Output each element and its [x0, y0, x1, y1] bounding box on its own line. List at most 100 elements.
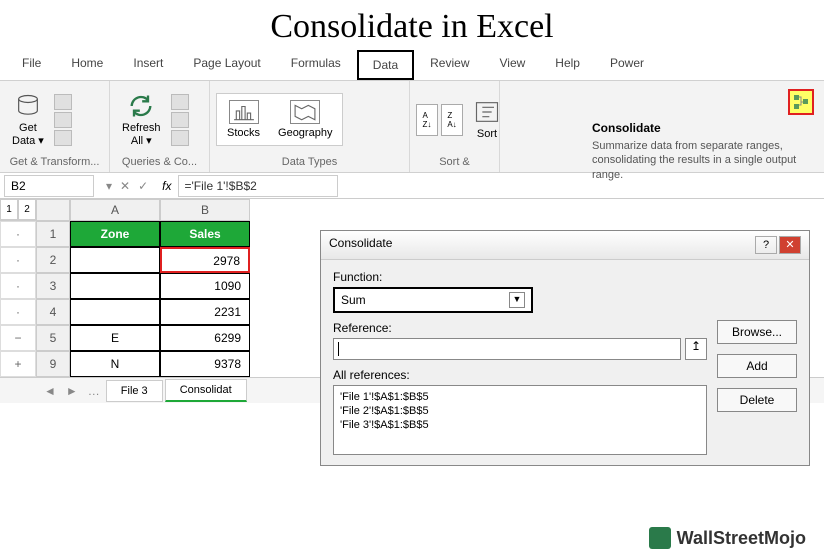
tab-power[interactable]: Power — [596, 50, 658, 80]
reference-input[interactable] — [333, 338, 681, 360]
add-button[interactable]: Add — [717, 354, 797, 378]
consolidate-icon — [793, 94, 809, 110]
get-data-button[interactable]: Get Data ▾ — [6, 90, 50, 148]
sheet-tab-file3[interactable]: File 3 — [106, 380, 163, 402]
cell[interactable]: Sales — [160, 221, 250, 247]
col-header-b[interactable]: B — [160, 199, 250, 221]
select-all-corner[interactable] — [36, 199, 70, 221]
geography-button[interactable]: Geography — [278, 100, 332, 139]
database-icon — [14, 92, 42, 120]
tooltip-title: Consolidate — [592, 121, 810, 135]
outline-column: 1 2 · · · · − + — [0, 199, 36, 377]
refresh-icon — [127, 92, 155, 120]
sort-icon — [473, 98, 501, 126]
cell[interactable] — [70, 299, 160, 325]
tab-help[interactable]: Help — [541, 50, 594, 80]
row-header[interactable]: 9 — [36, 351, 70, 377]
row-header[interactable]: 4 — [36, 299, 70, 325]
sort-asc-button[interactable]: AZ↓ — [416, 104, 438, 136]
cell[interactable] — [70, 273, 160, 299]
get-data-small-buttons[interactable] — [54, 94, 72, 146]
fx-label[interactable]: fx — [156, 179, 177, 193]
tab-insert[interactable]: Insert — [119, 50, 177, 80]
formula-input[interactable]: ='File 1'!$B$2 — [178, 175, 338, 197]
tooltip-body: Summarize data from separate ranges, con… — [592, 139, 810, 182]
ribbon: Get Data ▾ Get & Transform... Refresh Al… — [0, 81, 824, 173]
outline-level-2[interactable]: 2 — [18, 199, 36, 220]
col-header-a[interactable]: A — [70, 199, 160, 221]
browse-button[interactable]: Browse... — [717, 320, 797, 344]
cell[interactable]: 2978 — [160, 247, 250, 273]
consolidate-dialog: Consolidate ? ✕ Function: Sum ▼ Referenc… — [320, 230, 810, 466]
sort-desc-button[interactable]: ZA↓ — [441, 104, 463, 136]
row-header[interactable]: 5 — [36, 325, 70, 351]
cell[interactable]: N — [70, 351, 160, 377]
outline-level-1[interactable]: 1 — [0, 199, 18, 220]
reference-item[interactable]: 'File 1'!$A$1:$B$5 — [340, 390, 700, 404]
reference-item[interactable]: 'File 2'!$A$1:$B$5 — [340, 404, 700, 418]
outline-mark: · — [0, 273, 36, 299]
cancel-icon[interactable]: ✕ — [120, 179, 130, 193]
tab-home[interactable]: Home — [57, 50, 117, 80]
all-references-label: All references: — [333, 368, 707, 382]
consolidate-button[interactable] — [788, 89, 814, 115]
tab-review[interactable]: Review — [416, 50, 483, 80]
tab-view[interactable]: View — [486, 50, 540, 80]
outline-collapse[interactable]: − — [0, 325, 36, 351]
outline-mark: · — [0, 299, 36, 325]
outline-expand[interactable]: + — [0, 351, 36, 377]
tab-formulas[interactable]: Formulas — [277, 50, 355, 80]
range-picker-button[interactable]: ↥ — [685, 338, 707, 360]
chevron-down-icon: ▼ — [509, 292, 525, 308]
group-label-data-types: Data Types — [216, 154, 403, 168]
tab-data[interactable]: Data — [357, 50, 414, 80]
sheet-nav-more[interactable]: … — [84, 384, 104, 398]
cell[interactable]: E — [70, 325, 160, 351]
cell[interactable]: Zone — [70, 221, 160, 247]
dropdown-icon[interactable]: ▾ — [106, 179, 112, 193]
function-value: Sum — [341, 293, 366, 307]
stocks-button[interactable]: Stocks — [227, 100, 260, 139]
stocks-icon — [229, 100, 259, 124]
tab-file[interactable]: File — [8, 50, 55, 80]
row-header[interactable]: 2 — [36, 247, 70, 273]
delete-button[interactable]: Delete — [717, 388, 797, 412]
group-label-sort: Sort & — [416, 154, 493, 168]
consolidate-tooltip: Consolidate Summarize data from separate… — [586, 117, 816, 186]
cell[interactable]: 1090 — [160, 273, 250, 299]
sheet-nav-prev[interactable]: ◄ — [40, 384, 60, 398]
reference-item[interactable]: 'File 3'!$A$1:$B$5 — [340, 418, 700, 432]
outline-mark: · — [0, 247, 36, 273]
dialog-close-button[interactable]: ✕ — [779, 236, 801, 254]
dialog-help-button[interactable]: ? — [755, 236, 777, 254]
reference-label: Reference: — [333, 321, 707, 335]
row-header[interactable]: 1 — [36, 221, 70, 247]
ribbon-tabs: File Home Insert Page Layout Formulas Da… — [0, 50, 824, 81]
cell[interactable]: 9378 — [160, 351, 250, 377]
sheet-tab-consolidate[interactable]: Consolidat — [165, 379, 247, 402]
geography-icon — [290, 100, 320, 124]
confirm-icon[interactable]: ✓ — [138, 179, 148, 193]
name-box[interactable]: B2 — [4, 175, 94, 197]
dialog-titlebar[interactable]: Consolidate ? ✕ — [321, 231, 809, 260]
spreadsheet-grid[interactable]: A B 1ZoneSales 2 2978 3 1090 4 2231 5E6299 9N937… — [36, 199, 250, 377]
wallstreetmojo-icon — [649, 527, 671, 549]
function-label: Function: — [333, 270, 707, 284]
tab-page-layout[interactable]: Page Layout — [179, 50, 274, 80]
group-label-get-transform: Get & Transform... — [6, 154, 103, 168]
page-title: Consolidate in Excel — [0, 0, 824, 50]
cell[interactable]: 2231 — [160, 299, 250, 325]
queries-small-buttons[interactable] — [171, 94, 189, 146]
function-select[interactable]: Sum ▼ — [333, 287, 533, 313]
watermark: WallStreetMojo — [649, 527, 806, 549]
row-header[interactable]: 3 — [36, 273, 70, 299]
cell[interactable]: 6299 — [160, 325, 250, 351]
refresh-all-button[interactable]: Refresh All ▾ — [116, 90, 167, 148]
sheet-nav-next[interactable]: ► — [62, 384, 82, 398]
all-references-list[interactable]: 'File 1'!$A$1:$B$5 'File 2'!$A$1:$B$5 'F… — [333, 385, 707, 455]
cell[interactable] — [70, 247, 160, 273]
data-types-box: Stocks Geography — [216, 93, 343, 146]
dialog-title: Consolidate — [329, 236, 392, 254]
outline-mark: · — [0, 221, 36, 247]
group-label-queries: Queries & Co... — [116, 154, 203, 168]
